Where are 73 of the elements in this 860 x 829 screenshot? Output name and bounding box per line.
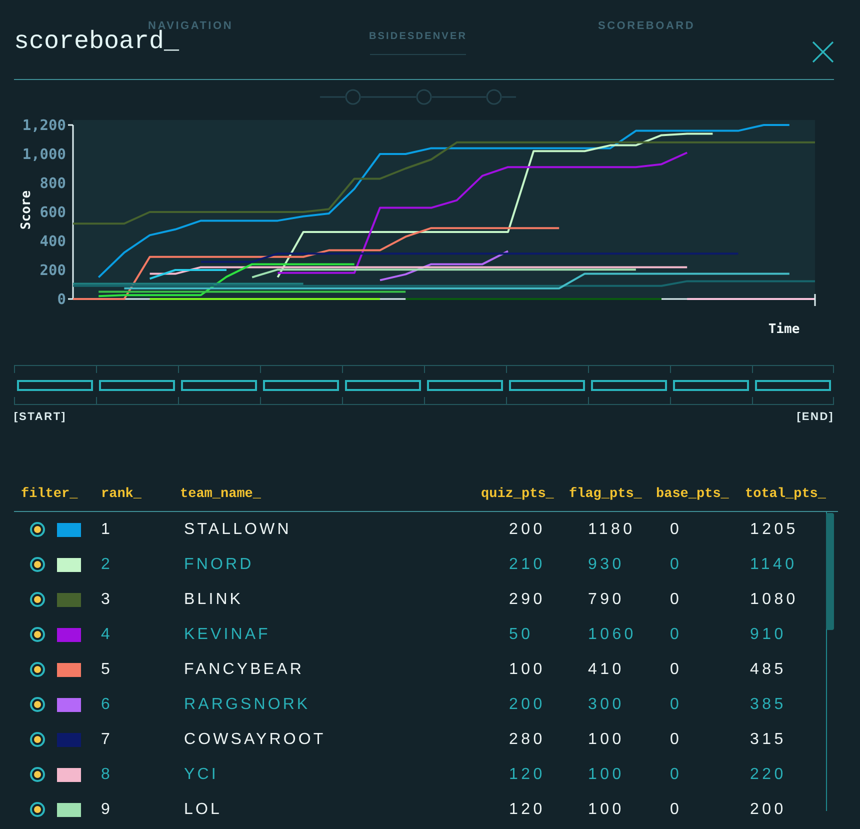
base-points: 0 [670, 766, 682, 782]
flag-points: 790 [588, 590, 624, 608]
quiz-points: 120 [509, 800, 546, 818]
column-header: rank_ [101, 487, 142, 502]
flag-points: 410 [588, 660, 624, 678]
y-axis-title: Score [19, 190, 34, 230]
total-points: 1080 [750, 590, 798, 608]
rank-cell: 5 [101, 660, 114, 678]
quiz-points: 120 [509, 766, 546, 782]
base-points: 0 [670, 660, 682, 678]
column-header: team_name_ [180, 487, 262, 502]
base-points: 0 [670, 696, 682, 712]
brand-name: BSIDESDENVER [368, 31, 468, 43]
total-points: 1205 [750, 520, 798, 538]
quiz-points: 200 [509, 520, 546, 538]
column-header: filter_ [21, 487, 78, 502]
team-name: KEVINAF [184, 626, 270, 642]
flag-points: 100 [588, 730, 624, 748]
rank-cell: 6 [101, 696, 114, 712]
team-name: LOL [184, 800, 222, 818]
quiz-points: 200 [509, 696, 546, 712]
base-points: 0 [670, 520, 682, 538]
axis-tick-label: 800 [40, 176, 66, 192]
team-name: STALLOWN [184, 520, 292, 538]
total-points: 220 [750, 766, 786, 782]
base-points: 0 [670, 556, 682, 572]
axis-tick-label: 1,000 [22, 147, 66, 163]
axis-tick-label: 0 [57, 292, 66, 308]
total-points: 1140 [750, 556, 798, 572]
rank-cell: 7 [101, 730, 114, 748]
team-name: BLINK [184, 590, 244, 608]
team-name: COWSAYROOT [184, 730, 326, 748]
rank-cell: 1 [101, 520, 114, 538]
total-points: 200 [750, 800, 786, 818]
flag-points: 100 [588, 800, 624, 818]
team-name: RARGSNORK [184, 696, 310, 712]
quiz-points: 290 [509, 590, 546, 608]
flag-points: 100 [588, 766, 624, 782]
total-points: 315 [750, 730, 786, 748]
column-header: base_pts_ [656, 487, 729, 502]
column-header: total_pts_ [745, 487, 826, 502]
base-points: 0 [670, 590, 682, 608]
total-points: 910 [750, 626, 786, 642]
quiz-points: 280 [509, 730, 546, 748]
quiz-points: 100 [509, 660, 546, 678]
axis-tick-label: 200 [40, 263, 66, 279]
team-name: YCI [184, 766, 218, 782]
axis-tick-label: 600 [40, 205, 66, 221]
flag-points: 930 [588, 556, 624, 572]
axis-tick-label: 400 [40, 234, 66, 250]
column-header: quiz_pts_ [481, 487, 554, 502]
quiz-points: 50 [509, 626, 534, 642]
quiz-points: 210 [509, 556, 546, 572]
total-points: 385 [750, 696, 786, 712]
rank-cell: 9 [101, 800, 114, 818]
flag-points: 1060 [588, 626, 636, 642]
rank-cell: 2 [101, 556, 114, 572]
base-points: 0 [670, 730, 682, 748]
rank-cell: 4 [101, 626, 114, 642]
timeline-end-label: [END] [796, 411, 834, 424]
flag-points: 1180 [588, 520, 636, 538]
flag-points: 300 [588, 696, 624, 712]
column-header: flag_pts_ [569, 487, 642, 502]
rank-cell: 3 [101, 590, 114, 608]
rank-cell: 8 [101, 766, 114, 782]
total-points: 485 [750, 660, 786, 678]
axis-tick-label: 1,200 [22, 118, 66, 134]
team-name: FANCYBEAR [184, 660, 304, 678]
base-points: 0 [670, 800, 682, 818]
base-points: 0 [670, 626, 682, 642]
x-axis-title: Time [768, 322, 800, 337]
team-name: FNORD [184, 556, 254, 572]
timeline-start-label: [START] [14, 411, 66, 424]
